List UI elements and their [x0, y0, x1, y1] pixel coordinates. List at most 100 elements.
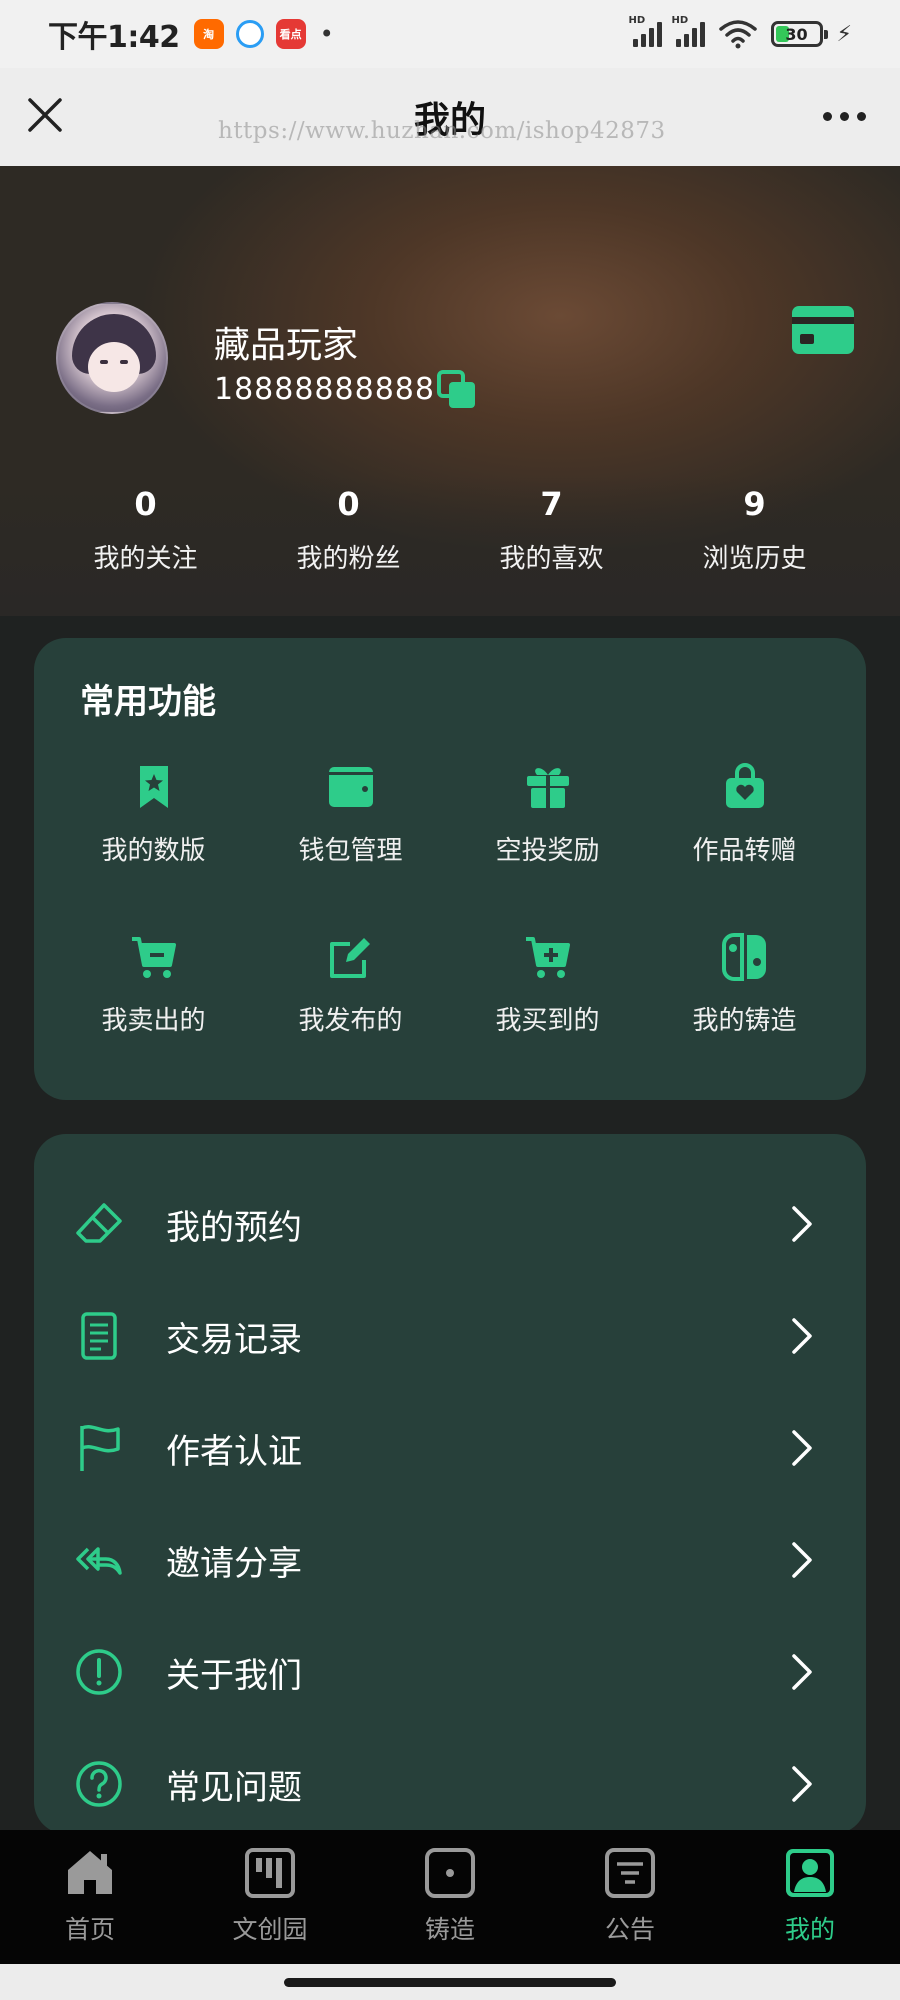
status-time: 下午1:42: [48, 20, 180, 55]
flag-icon: [80, 1425, 120, 1471]
function-sold[interactable]: 我卖出的: [55, 932, 252, 1102]
reply-all-icon: [76, 1547, 122, 1575]
stat-label: 我的喜欢: [499, 544, 604, 574]
question-icon: [76, 1761, 122, 1807]
tab-creative-park[interactable]: 文创园: [180, 1830, 360, 1964]
bottom-tab-bar: 首页 文创园 铸造 公告 我的: [0, 1830, 900, 1964]
chevron-right-icon: [792, 1206, 812, 1242]
chevron-right-icon: [792, 1542, 812, 1578]
avatar[interactable]: [56, 302, 168, 414]
chevron-right-icon: [792, 1766, 812, 1802]
tab-label: 首页: [64, 1915, 115, 1944]
gift-icon: [526, 768, 569, 808]
stat-likes[interactable]: 7 我的喜欢: [450, 482, 653, 575]
stats-row: 0 我的关注 0 我的粉丝 7 我的喜欢 9 浏览历史: [0, 482, 900, 575]
taobao-app-icon: 淘: [193, 19, 224, 49]
card-icon[interactable]: [790, 304, 856, 356]
function-my-mint[interactable]: 我的铸造: [646, 932, 843, 1102]
copy-icon[interactable]: [437, 370, 477, 410]
stat-following[interactable]: 0 我的关注: [44, 482, 247, 575]
browser-app-icon: [235, 20, 264, 48]
battery-icon: 30: [770, 21, 828, 47]
tab-label: 文创园: [232, 1915, 308, 1944]
switch-console-icon: [721, 933, 766, 981]
info-exclamation-icon: [76, 1649, 122, 1695]
battery-level: 30: [785, 24, 808, 44]
function-wallet[interactable]: 钱包管理: [252, 762, 449, 932]
menu-item-reservations[interactable]: 我的预约: [34, 1168, 866, 1280]
tab-label: 铸造: [424, 1915, 475, 1944]
wifi-icon: [718, 20, 757, 49]
announcement-icon: [605, 1848, 655, 1898]
function-bought[interactable]: 我买到的: [449, 932, 646, 1102]
menu-item-author-verification[interactable]: 作者认证: [34, 1392, 866, 1504]
stat-label: 我的关注: [93, 544, 198, 574]
stat-history[interactable]: 9 浏览历史: [653, 482, 856, 575]
menu-item-about-us[interactable]: 关于我们: [34, 1616, 866, 1728]
menu-card: 我的预约 交易记录 作者认证 邀请分享 关于我们 常见问题: [34, 1134, 866, 1834]
menu-label: 交易记录: [166, 1319, 302, 1360]
signal-icon: HD: [629, 15, 662, 47]
chevron-right-icon: [792, 1318, 812, 1354]
tab-label: 我的: [784, 1915, 835, 1944]
home-indicator-area: [0, 1964, 900, 2000]
username: 藏品玩家: [214, 325, 359, 366]
menu-item-transactions[interactable]: 交易记录: [34, 1280, 866, 1392]
function-label: 作品转赠: [692, 836, 797, 866]
edit-icon: [329, 938, 370, 978]
status-dot: •: [319, 20, 334, 48]
eraser-icon: [76, 1203, 122, 1243]
menu-item-invite-share[interactable]: 邀请分享: [34, 1504, 866, 1616]
function-label: 我的铸造: [692, 1006, 797, 1036]
function-my-editions[interactable]: 我的数版: [55, 762, 252, 932]
profile-header: 藏品玩家 18888888888 0 我的关注 0 我的粉丝 7 我的喜欢 9 …: [0, 166, 900, 616]
close-icon[interactable]: [26, 90, 66, 142]
function-label: 我的数版: [101, 836, 206, 866]
stat-value: 9: [743, 485, 766, 523]
kandian-app-icon: 看点: [275, 19, 306, 49]
stat-fans[interactable]: 0 我的粉丝: [247, 482, 450, 575]
stat-value: 0: [134, 485, 157, 523]
more-options-icon[interactable]: [814, 94, 874, 138]
function-gift-transfer[interactable]: 作品转赠: [646, 762, 843, 932]
nav-bar: 我的: [0, 68, 900, 166]
tab-mint[interactable]: 铸造: [360, 1830, 540, 1964]
function-label: 钱包管理: [298, 836, 403, 866]
wallet-icon: [328, 767, 373, 807]
menu-label: 关于我们: [166, 1655, 302, 1696]
function-published[interactable]: 我发布的: [252, 932, 449, 1102]
status-app-icons: 淘 看点: [193, 19, 306, 49]
function-label: 我买到的: [495, 1006, 600, 1036]
stat-value: 0: [337, 485, 360, 523]
cart-plus-icon: [525, 937, 570, 978]
function-airdrop[interactable]: 空投奖励: [449, 762, 646, 932]
home-icon: [68, 1851, 112, 1894]
menu-label: 作者认证: [166, 1431, 302, 1472]
function-label: 空投奖励: [495, 836, 600, 866]
chevron-right-icon: [792, 1430, 812, 1466]
tab-home[interactable]: 首页: [0, 1830, 180, 1964]
charging-icon: ⚡: [836, 21, 852, 47]
phone-number: 18888888888: [214, 372, 435, 407]
watermark: https://www.huzhan.com/ishop42873: [218, 118, 666, 144]
tab-mine[interactable]: 我的: [720, 1830, 900, 1964]
menu-label: 我的预约: [166, 1207, 302, 1248]
bookmark-star-icon: [139, 766, 168, 808]
kanban-icon: [245, 1848, 295, 1898]
status-bar: 下午1:42 淘 看点 • HD HD 30 ⚡: [0, 0, 900, 68]
menu-label: 常见问题: [166, 1767, 302, 1808]
menu-item-faq[interactable]: 常见问题: [34, 1728, 866, 1834]
home-indicator[interactable]: [284, 1978, 616, 1987]
menu-label: 邀请分享: [166, 1543, 302, 1584]
document-icon: [81, 1312, 117, 1360]
tab-announcements[interactable]: 公告: [540, 1830, 720, 1964]
stat-value: 7: [540, 485, 563, 523]
chevron-right-icon: [792, 1654, 812, 1690]
user-portrait-icon: [786, 1849, 834, 1897]
function-label: 我卖出的: [101, 1006, 206, 1036]
tab-label: 公告: [604, 1915, 655, 1944]
shopping-bag-heart-icon: [725, 763, 764, 808]
section-title: 常用功能: [80, 682, 216, 722]
signal-icon: HD: [672, 15, 705, 47]
stat-label: 浏览历史: [702, 544, 807, 574]
